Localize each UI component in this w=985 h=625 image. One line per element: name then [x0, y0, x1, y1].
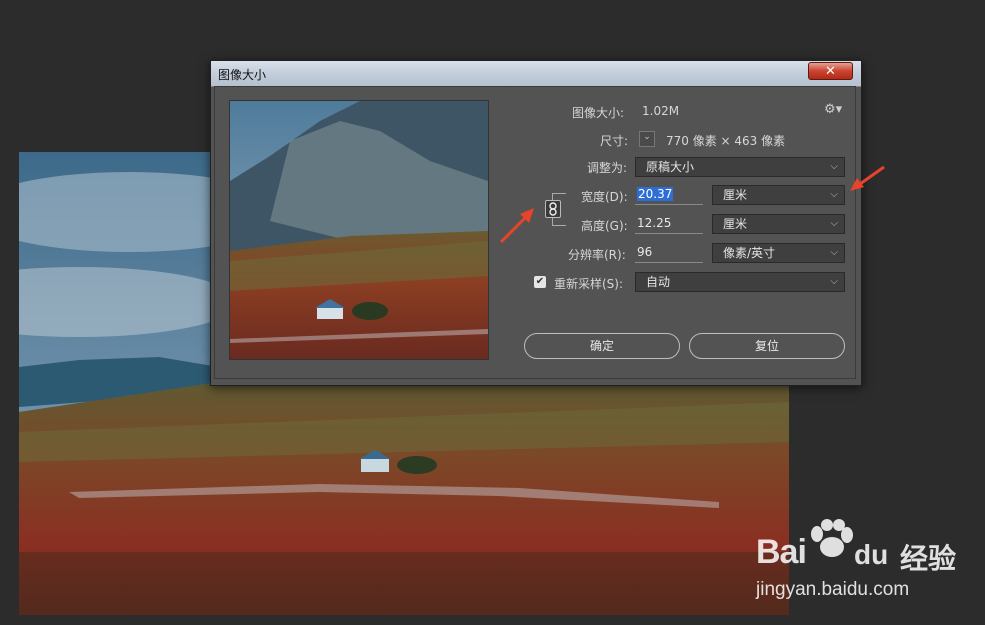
- image-size-value: 1.02M: [642, 104, 680, 118]
- fit-to-value: 原稿大小: [646, 160, 695, 174]
- resample-label: 重新采样(S):: [554, 277, 624, 291]
- dimensions-label: 尺寸:: [600, 134, 629, 148]
- resolution-unit-value: 像素/英寸: [723, 246, 776, 260]
- chevron-down-icon: ⌄: [643, 132, 651, 142]
- height-label: 高度(G):: [581, 219, 628, 233]
- link-bracket-bottom: [552, 225, 566, 226]
- resolution-unit-select[interactable]: 像素/英寸 ⌵: [712, 243, 845, 263]
- reset-button[interactable]: 复位: [689, 333, 845, 359]
- chevron-down-icon: ⌵: [830, 189, 838, 200]
- gear-icon[interactable]: ⚙▾: [824, 102, 842, 117]
- close-icon: ✕: [825, 64, 836, 79]
- resample-value: 自动: [646, 275, 671, 289]
- width-unit-select[interactable]: 厘米 ⌵: [712, 185, 845, 205]
- dimensions-dropdown[interactable]: ⌄: [639, 131, 655, 147]
- annotation-arrow-left: [499, 208, 534, 244]
- chevron-down-icon: ⌵: [830, 218, 838, 229]
- height-input[interactable]: 12.25: [635, 214, 703, 234]
- watermark-brand-cn: 经验: [900, 542, 957, 575]
- chevron-down-icon: ⌵: [830, 161, 838, 172]
- resolution-label: 分辨率(R):: [568, 248, 626, 262]
- close-button[interactable]: ✕: [808, 62, 853, 80]
- resolution-input[interactable]: 96: [635, 243, 703, 263]
- resample-select[interactable]: 自动 ⌵: [635, 272, 845, 292]
- watermark-brand-du: du: [854, 539, 889, 570]
- preview-image[interactable]: [229, 100, 489, 360]
- watermark-url: jingyan.baidu.com: [756, 579, 910, 600]
- chevron-down-icon: ⌵: [830, 276, 838, 287]
- baidu-watermark: Bai du 经验 jingyan.baidu.com: [750, 517, 980, 617]
- width-label: 宽度(D):: [581, 190, 628, 204]
- dimensions-value: 770 像素 × 463 像素: [666, 134, 786, 148]
- chevron-down-icon: ⌵: [830, 247, 838, 258]
- resolution-value: 96: [637, 245, 653, 259]
- dialog-title: 图像大小: [218, 68, 267, 82]
- image-size-label: 图像大小:: [572, 106, 625, 120]
- fit-to-label: 调整为:: [587, 161, 628, 175]
- checkmark-icon: ✔: [535, 276, 545, 287]
- height-unit-value: 厘米: [723, 217, 748, 231]
- paw-icon: [811, 519, 853, 557]
- width-value: 20.37: [637, 187, 674, 201]
- title-bar[interactable]: 图像大小 ✕: [211, 61, 861, 87]
- annotation-arrow-right: [850, 165, 885, 191]
- height-value: 12.25: [637, 216, 672, 230]
- watermark-brand-bai: Bai: [756, 533, 807, 571]
- chain-link-icon[interactable]: [545, 200, 561, 218]
- ok-button[interactable]: 确定: [524, 333, 680, 359]
- link-bracket-top: [552, 193, 566, 194]
- fit-to-select[interactable]: 原稿大小 ⌵: [635, 157, 845, 177]
- height-unit-select[interactable]: 厘米 ⌵: [712, 214, 845, 234]
- width-input[interactable]: 20.37: [635, 185, 703, 205]
- width-unit-value: 厘米: [723, 188, 748, 202]
- resample-checkbox[interactable]: ✔: [534, 276, 546, 288]
